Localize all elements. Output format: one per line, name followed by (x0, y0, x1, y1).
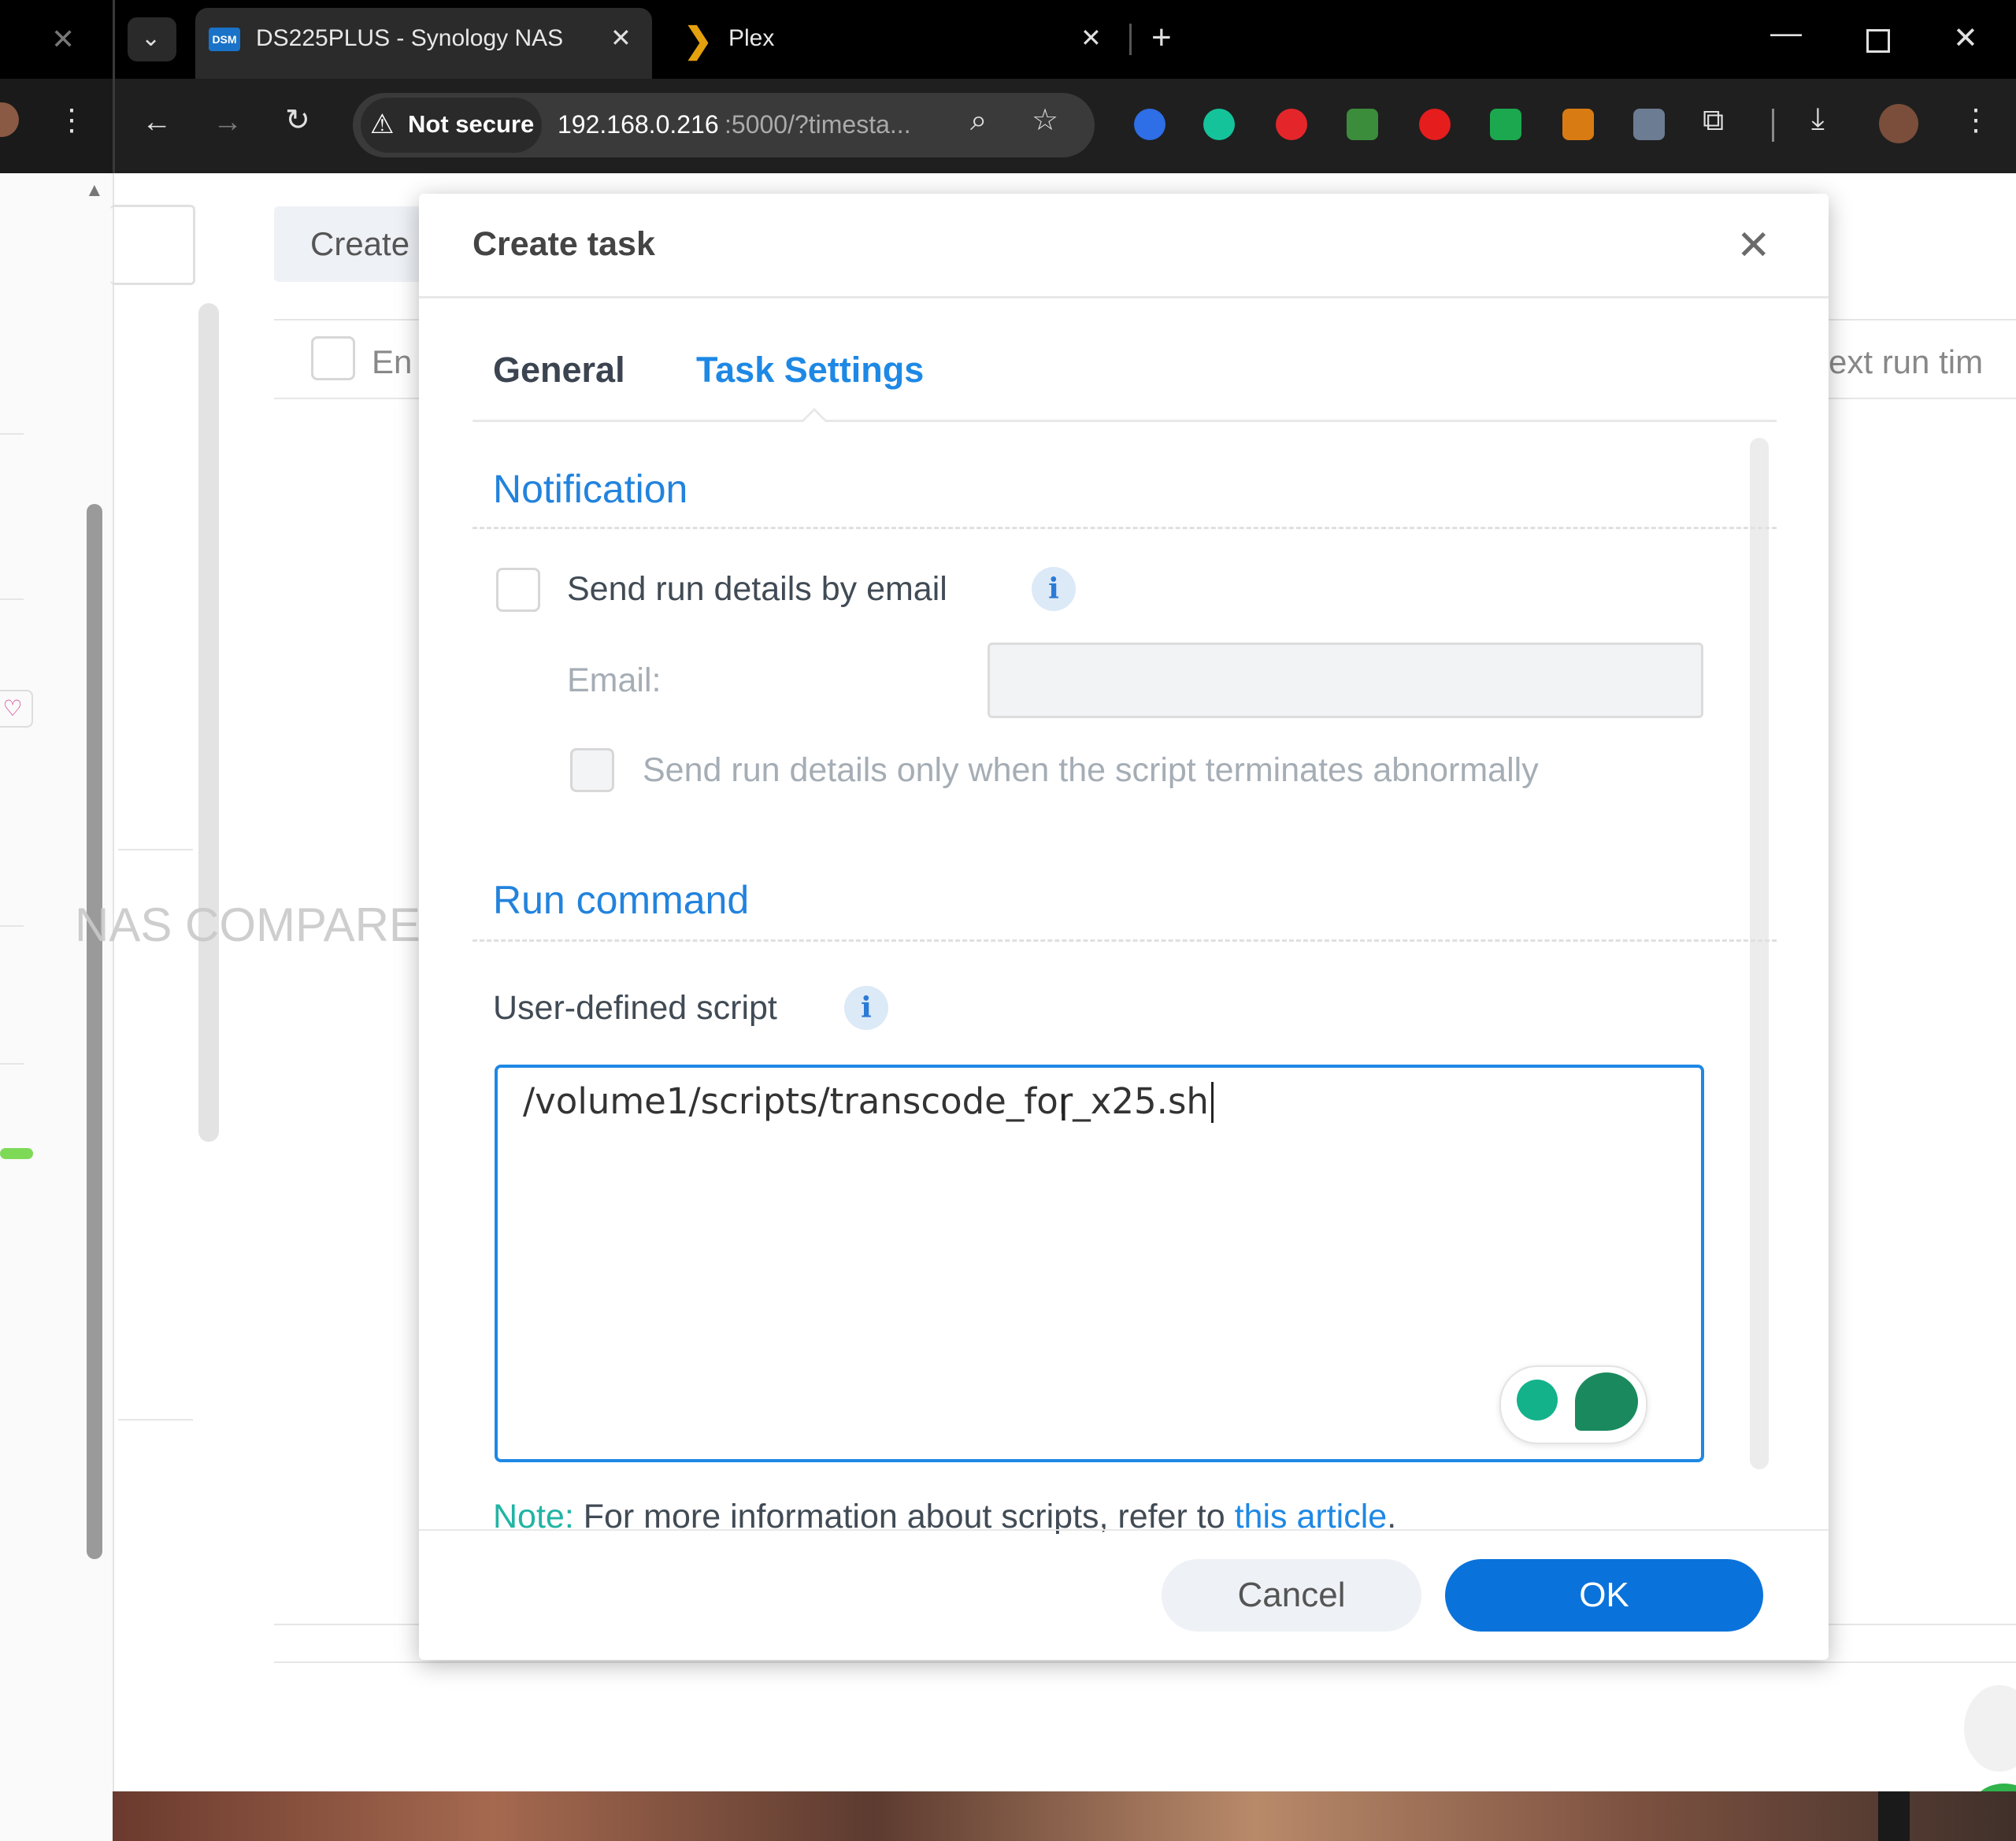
download-icon[interactable]: ⤓ (1811, 104, 1825, 134)
back-arrow-icon[interactable]: ← (142, 107, 172, 137)
close-window-icon[interactable]: ✕ (1953, 24, 1978, 54)
divider (274, 1661, 2016, 1663)
forward-arrow-icon[interactable]: → (213, 107, 243, 137)
dialog-scrollbar[interactable] (1750, 438, 1769, 1469)
grammarly-logo-icon[interactable] (1575, 1372, 1638, 1431)
divider (0, 925, 24, 927)
browser-menu-icon[interactable]: ⋮ (1961, 106, 1991, 135)
bookmark-star-icon[interactable]: ☆ (1032, 106, 1058, 135)
background-search-field[interactable] (110, 205, 195, 285)
ok-button[interactable]: OK (1445, 1559, 1763, 1632)
grammarly-icon[interactable] (1203, 109, 1235, 140)
divider (118, 849, 193, 850)
dialog-header-divider (419, 296, 1829, 298)
info-icon[interactable]: i (1032, 567, 1076, 611)
user-defined-script-label: User-defined script (493, 989, 777, 1027)
status-bar-green (0, 1148, 33, 1159)
divider (0, 598, 24, 600)
notification-heading: Notification (493, 467, 688, 511)
tab-underline (472, 420, 1777, 422)
background-next-run-column: ext run tim (1829, 343, 1984, 380)
chevron-down-icon: ⌄ (141, 25, 161, 51)
download-extension-icon[interactable] (1347, 109, 1378, 140)
profile-avatar[interactable] (1879, 104, 1918, 143)
side-scrollbar[interactable] (87, 504, 102, 1559)
background-enable-checkbox[interactable] (311, 336, 355, 380)
puzzle-extensions-icon[interactable]: ⧉ (1703, 106, 1724, 135)
send-email-label: Send run details by email (567, 570, 947, 608)
zoom-icon[interactable]: ⌕ (970, 106, 987, 135)
email-field[interactable] (988, 643, 1703, 718)
script-value: /volume1/scripts/transcode_for_x25.sh (523, 1080, 1209, 1122)
warning-triangle-icon: ⚠ (370, 109, 395, 139)
divider (0, 1063, 24, 1065)
screenshot-extension-icon[interactable] (1633, 109, 1665, 140)
video-player-icon[interactable] (1490, 109, 1521, 140)
info-icon[interactable]: i (844, 986, 888, 1030)
close-icon[interactable]: ✕ (1736, 222, 1771, 269)
email-label: Email: (567, 661, 662, 699)
menu-kebab-icon[interactable]: ⋮ (57, 106, 87, 135)
close-icon[interactable]: ✕ (51, 25, 75, 54)
dialog-title: Create task (472, 225, 655, 263)
abnormal-only-label: Send run details only when the script te… (643, 751, 1539, 789)
tab-synology-label: DS225PLUS - Synology NAS (256, 25, 564, 51)
text-cursor (1211, 1082, 1214, 1123)
tab-close-icon[interactable]: ✕ (610, 25, 632, 50)
lightbulb-icon[interactable] (1517, 1380, 1558, 1421)
photo-frame-divider (1878, 1791, 1910, 1841)
section-divider (472, 527, 1777, 529)
toolbar-divider (1772, 109, 1774, 142)
adblock-icon[interactable] (1276, 109, 1307, 140)
orange-extension-icon[interactable] (1562, 109, 1594, 140)
tab-general[interactable]: General (493, 350, 625, 391)
tab-close-icon[interactable]: ✕ (1080, 25, 1102, 50)
divider (0, 433, 24, 435)
dsm-favicon-icon: DSM (209, 28, 240, 51)
watermark: NAS COMPARES (75, 898, 452, 951)
run-command-heading: Run command (493, 878, 750, 922)
send-email-checkbox[interactable] (496, 568, 540, 612)
reload-icon[interactable]: ↻ (285, 106, 310, 135)
heart-icon[interactable]: ♡ (0, 690, 33, 728)
stop-hand-icon[interactable] (1419, 109, 1451, 140)
plex-icon: ❯ (684, 21, 713, 60)
divider (118, 1419, 193, 1421)
active-tab-pointer-inner (802, 411, 826, 423)
i-beam-cursor-icon: I (1058, 1087, 1069, 1128)
section-divider (472, 939, 1777, 942)
url-host: 192.168.0.216 (558, 110, 719, 139)
cancel-button[interactable]: Cancel (1162, 1559, 1421, 1632)
background-photo-strip (113, 1791, 2016, 1841)
minimize-icon[interactable]: — (1770, 17, 1802, 49)
background-create-label: Create (310, 225, 410, 262)
dialog-footer-divider (419, 1529, 1829, 1531)
new-tab-icon[interactable]: + (1151, 20, 1172, 55)
url-rest: :5000/?timesta... (724, 110, 911, 139)
tab-divider (1129, 24, 1132, 55)
background-scrollbar[interactable] (198, 303, 219, 1142)
security-label: Not secure (408, 110, 535, 138)
tab-task-settings[interactable]: Task Settings (696, 350, 924, 391)
tab-search-button[interactable]: ⌄ (128, 17, 176, 61)
tab-plex-label: Plex (728, 25, 775, 51)
background-enable-column: En (372, 343, 413, 380)
extension-blue-icon[interactable] (1134, 109, 1166, 140)
abnormal-only-checkbox[interactable] (570, 748, 614, 792)
scroll-up-icon[interactable]: ▲ (85, 180, 104, 202)
maximize-icon[interactable] (1866, 29, 1890, 53)
